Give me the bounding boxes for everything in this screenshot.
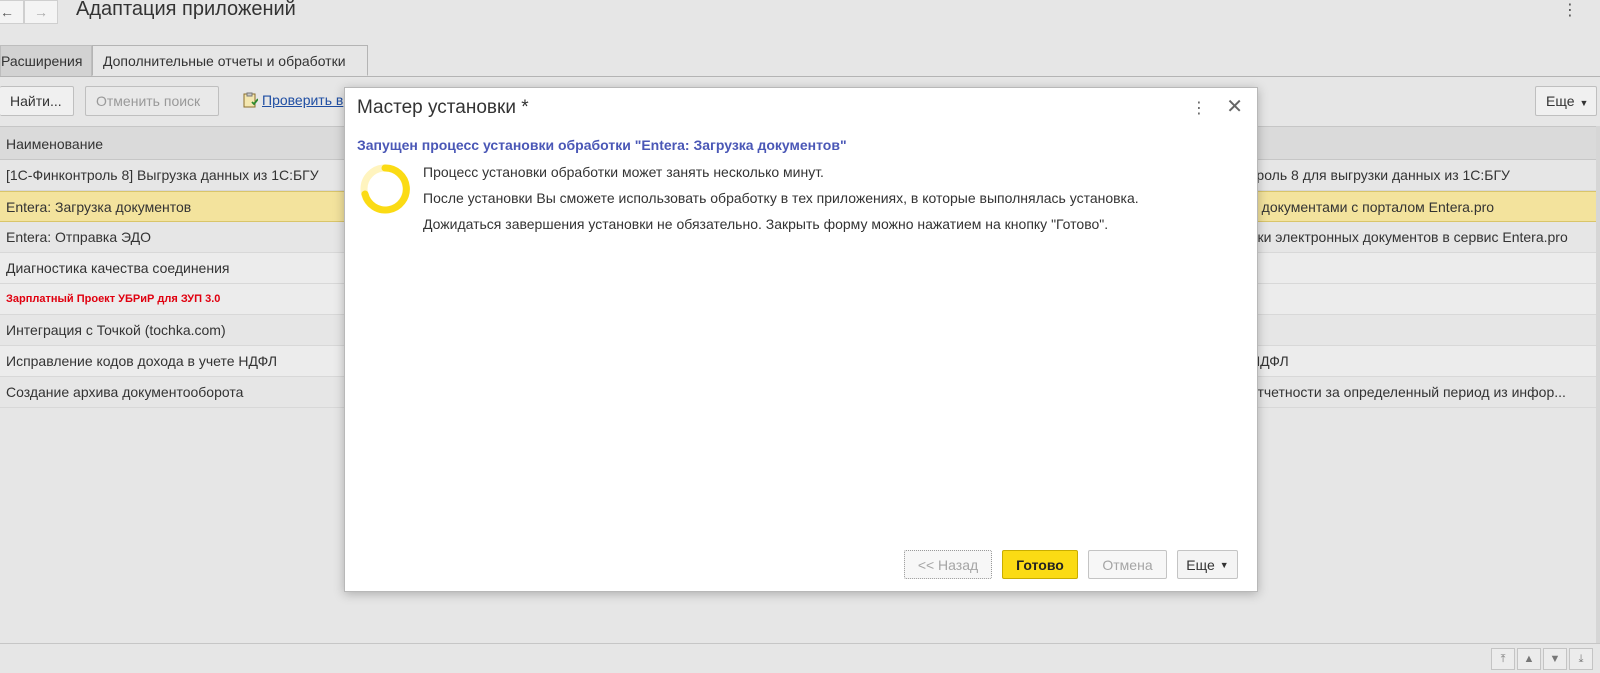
row-name: Диагностика качества соединения	[6, 260, 230, 276]
scroll-bottom-icon[interactable]: ⤓	[1569, 648, 1593, 670]
more-menu-icon[interactable]: ⋮	[1562, 0, 1578, 20]
close-icon[interactable]: ✕	[1226, 94, 1243, 119]
message-line: После установки Вы сможете использовать …	[423, 190, 1139, 206]
done-button[interactable]: Готово	[1002, 550, 1078, 579]
row-description: троль 8 для выгрузки данных из 1С:БГУ	[1250, 167, 1510, 183]
chevron-down-icon: ▼	[1579, 98, 1589, 108]
check-link-label: Проверить в	[262, 92, 344, 108]
cancel-button[interactable]: Отмена	[1088, 550, 1167, 579]
message-line: Дожидаться завершения установки не обяза…	[423, 216, 1109, 232]
row-description: отчетности за определенный период из инф…	[1250, 384, 1566, 400]
clipboard-icon	[243, 92, 258, 108]
tab-bar: Расширения Дополнительные отчеты и обраб…	[0, 45, 1600, 77]
row-name: Интеграция с Точкой (tochka.com)	[6, 322, 226, 338]
dialog-more-button[interactable]: Еще ▼	[1177, 550, 1238, 579]
scroll-top-icon[interactable]: ⤒	[1491, 648, 1515, 670]
check-link[interactable]: Проверить в	[242, 92, 343, 108]
row-name: Создание архива документооборота	[6, 384, 244, 400]
back-button[interactable]: << Назад	[904, 550, 992, 579]
page-title: Адаптация приложений	[76, 0, 296, 20]
vertical-scrollbar[interactable]	[1596, 126, 1600, 643]
dialog-subtitle: Запущен процесс установки обработки "Ent…	[357, 137, 847, 153]
row-description: а документами с порталом Entera.pro	[1250, 199, 1495, 215]
scroll-up-icon[interactable]: ▲	[1517, 648, 1541, 670]
tab-additional-reports[interactable]: Дополнительные отчеты и обработки	[92, 45, 368, 76]
more-button[interactable]: Еще ▼	[1535, 86, 1597, 116]
cancel-search-button[interactable]: Отменить поиск	[85, 86, 219, 116]
forward-button[interactable]: →	[24, 0, 58, 24]
chevron-down-icon: ▼	[1219, 559, 1229, 570]
bottom-bar	[0, 643, 1600, 673]
more-button-label: Еще	[1546, 93, 1575, 109]
more-menu-icon[interactable]: ⋮	[1191, 98, 1207, 118]
tab-extensions[interactable]: Расширения	[0, 45, 92, 76]
dialog-more-label: Еще	[1186, 556, 1215, 573]
scroll-down-icon[interactable]: ▼	[1543, 648, 1567, 670]
loading-spinner-icon	[360, 164, 410, 214]
row-description: вки электронных документов в сервис Ente…	[1250, 229, 1568, 245]
dialog-title: Мастер установки *	[357, 97, 529, 118]
message-line: Процесс установки обработки может занять…	[423, 164, 824, 180]
row-name: Entera: Загрузка документов	[6, 199, 192, 215]
find-button[interactable]: Найти...	[0, 86, 74, 116]
row-name: Зарплатный Проект УБРиР для ЗУП 3.0	[6, 293, 221, 305]
arrow-right-icon: →	[34, 4, 48, 20]
row-name: Исправление кодов дохода в учете НДФЛ	[6, 353, 278, 369]
arrow-left-icon: ←	[0, 4, 14, 20]
row-name: Entera: Отправка ЭДО	[6, 229, 151, 245]
row-name: [1С-Финконтроль 8] Выгрузка данных из 1С…	[6, 167, 319, 183]
install-wizard-dialog: Мастер установки * ⋮ ✕ Запущен процесс у…	[344, 87, 1258, 592]
back-button[interactable]: ←	[0, 0, 24, 24]
